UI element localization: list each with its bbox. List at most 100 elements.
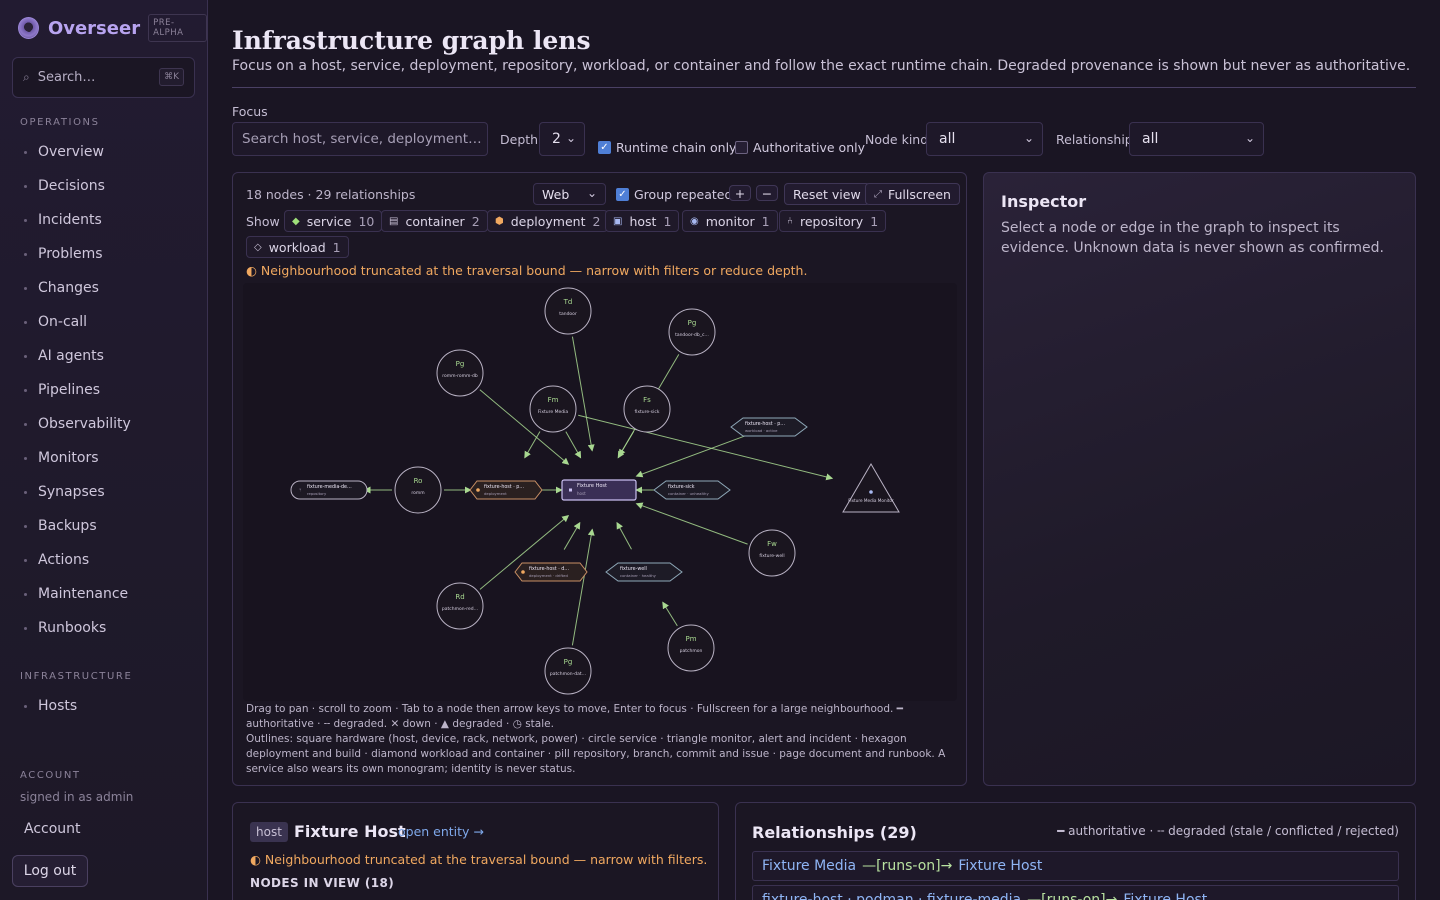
zoom-in-button[interactable]: + <box>729 185 751 201</box>
filter-chip-container[interactable]: ▤ container 2 <box>381 210 488 232</box>
filter-chip-repository[interactable]: ⑃ repository 1 <box>779 210 887 232</box>
filter-chip-service[interactable]: ◆ service 10 <box>284 210 383 232</box>
graph-node-c1[interactable]: fixture-sickcontainer · unhealthy <box>653 480 731 500</box>
relationship-row[interactable]: fixture-host · podman · fixture-media —[… <box>752 885 1399 900</box>
filter-chip-workload[interactable]: ◇ workload 1 <box>246 236 349 258</box>
sidebar-item-backups[interactable]: Backups <box>24 518 97 534</box>
graph-node-pm[interactable]: Pm patchmon <box>667 624 715 672</box>
depth-select[interactable]: 2 ⌄ <box>539 122 585 156</box>
sidebar-item-overview[interactable]: Overview <box>24 144 104 160</box>
node-circle-shape <box>667 624 715 672</box>
sidebar-item-label: Observability <box>38 416 131 432</box>
logout-button[interactable]: Log out <box>12 855 88 887</box>
sidebar-item-decisions[interactable]: Decisions <box>24 178 105 194</box>
graph-node-ro[interactable]: Ro romm <box>394 466 442 514</box>
node-monogram: Pg <box>688 319 697 327</box>
graph-edge[interactable] <box>563 521 581 550</box>
relationship-row[interactable]: Fixture Media —[runs-on]→ Fixture Host <box>752 851 1399 881</box>
graph-node-dep2[interactable]: fixture-host · d…deployment · drifted <box>514 562 588 582</box>
graph-edge[interactable] <box>617 431 635 459</box>
graph-node-fs[interactable]: Fs fixture-sick <box>623 385 671 433</box>
search-icon: ⌕ <box>23 70 30 84</box>
sidebar-item-label: Decisions <box>38 178 105 194</box>
graph-node-td[interactable]: Td tandoor <box>544 287 592 335</box>
entity-truncation-warning: ◐ Neighbourhood truncated at the travers… <box>250 852 708 867</box>
sidebar-search[interactable]: ⌕ Search… ⌘K <box>12 57 195 98</box>
relationship-from[interactable]: fixture-host · podman · fixture-media <box>762 892 1021 900</box>
reset-view-button[interactable]: Reset view <box>784 183 870 205</box>
open-entity-link[interactable]: open entity → <box>398 824 484 839</box>
truncation-warning: ◐ Neighbourhood truncated at the travers… <box>246 263 808 278</box>
graph-edge[interactable] <box>635 502 748 545</box>
sidebar-item-changes[interactable]: Changes <box>24 280 99 296</box>
graph-node-host[interactable]: Fixture Host host <box>561 479 637 501</box>
node-circle-shape <box>544 647 592 695</box>
node-kind-select[interactable]: all ⌄ <box>926 122 1043 156</box>
sidebar-item-pipelines[interactable]: Pipelines <box>24 382 100 398</box>
graph-svg[interactable]: Td tandoor Pg tandoor-db_c… Pg romm-romm-db Fm… <box>243 283 957 701</box>
filter-chip-monitor[interactable]: ◉ monitor 1 <box>682 210 778 232</box>
sidebar-item-maintenance[interactable]: Maintenance <box>24 586 128 602</box>
graph-canvas[interactable]: Td tandoor Pg tandoor-db_c… Pg romm-romm-db Fm… <box>243 283 957 701</box>
node-label: tandoor <box>559 311 577 317</box>
zoom-out-button[interactable]: − <box>756 185 778 201</box>
graph-node-pg3[interactable]: Pg patchmon-dat… <box>544 647 592 695</box>
graph-node-dep1[interactable]: fixture-host · p…deployment <box>469 480 543 500</box>
graph-edge[interactable] <box>565 431 582 459</box>
relationship-from[interactable]: Fixture Media <box>762 858 856 874</box>
fullscreen-button[interactable]: ⤢ Fullscreen <box>865 183 960 205</box>
account-link[interactable]: Account <box>24 821 81 837</box>
sidebar-item-label: Changes <box>38 280 99 296</box>
page-subtitle: Focus on a host, service, deployment, re… <box>232 58 1411 74</box>
relationship-select[interactable]: all ⌄ <box>1129 122 1264 156</box>
relationships-legend: ━ authoritative · ╌ degraded (stale / co… <box>1057 824 1399 838</box>
graph-edge[interactable] <box>571 528 595 646</box>
graph-node-mon[interactable]: Fixture Media Monitor <box>842 463 900 513</box>
sidebar-item-hosts[interactable]: Hosts <box>24 698 77 714</box>
graph-edge[interactable] <box>662 601 678 627</box>
sidebar-item-monitors[interactable]: Monitors <box>24 450 99 466</box>
sidebar-item-observability[interactable]: Observability <box>24 416 131 432</box>
bullet-icon <box>24 456 27 460</box>
nav-heading-infrastructure: INFRASTRUCTURE <box>20 671 133 682</box>
graph-node-pg1[interactable]: Pg tandoor-db_c… <box>668 308 716 356</box>
sidebar-item-incidents[interactable]: Incidents <box>24 212 102 228</box>
graph-node-rd[interactable]: Rd patchmon-red… <box>436 582 484 630</box>
sidebar-item-actions[interactable]: Actions <box>24 552 89 568</box>
graph-node-wl[interactable]: fixture-host · p…workload · active <box>730 417 808 437</box>
graph-node-pg2[interactable]: Pg romm-romm-db <box>436 349 484 397</box>
graph-node-fm[interactable]: Fm Fixture Media <box>529 385 577 433</box>
relationship-to[interactable]: Fixture Host <box>958 858 1042 874</box>
container-icon: ▤ <box>389 215 399 227</box>
graph-edge[interactable] <box>524 431 541 459</box>
relationship-to[interactable]: Fixture Host <box>1123 892 1207 900</box>
fullscreen-label: Fullscreen <box>888 186 951 202</box>
hexagon-icon: ⬢ <box>495 215 504 227</box>
graph-edge[interactable] <box>616 521 632 550</box>
checkbox-checked-icon: ✓ <box>598 141 611 154</box>
sidebar-item-runbooks[interactable]: Runbooks <box>24 620 106 636</box>
focus-search-input[interactable]: Search host, service, deployment… <box>232 122 488 156</box>
layout-select[interactable]: Web ⌄ <box>533 183 606 205</box>
graph-node-repo[interactable]: ᛘ fixture-media-de…repository <box>290 480 368 500</box>
sidebar-item-problems[interactable]: Problems <box>24 246 103 262</box>
graph-edge[interactable] <box>571 336 595 452</box>
node-label: Fixture Host <box>577 483 607 489</box>
authoritative-only-checkbox[interactable]: Authoritative only <box>735 140 865 155</box>
node-monogram: Pg <box>456 360 465 368</box>
sidebar-item-on-call[interactable]: On-call <box>24 314 87 330</box>
node-sublabel: container · healthy <box>620 573 657 578</box>
brand[interactable]: Overseer PRE-ALPHA <box>18 14 207 42</box>
filter-chip-host[interactable]: ▣ host 1 <box>605 210 680 232</box>
graph-node-fw[interactable]: Fw fixture-well <box>748 529 796 577</box>
group-repeated-checkbox[interactable]: ✓ Group repeated <box>616 187 732 202</box>
sidebar-item-ai-agents[interactable]: AI agents <box>24 348 104 364</box>
deployment-icon <box>476 488 480 492</box>
sidebar-item-synapses[interactable]: Synapses <box>24 484 105 500</box>
filter-chip-deployment[interactable]: ⬢ deployment 2 <box>487 210 609 232</box>
graph-edge[interactable] <box>635 435 745 478</box>
branch-icon: ⑃ <box>787 215 793 227</box>
bullet-icon <box>24 150 27 154</box>
runtime-chain-only-checkbox[interactable]: ✓ Runtime chain only <box>598 140 736 155</box>
graph-node-c2[interactable]: fixture-wellcontainer · healthy <box>605 562 683 582</box>
